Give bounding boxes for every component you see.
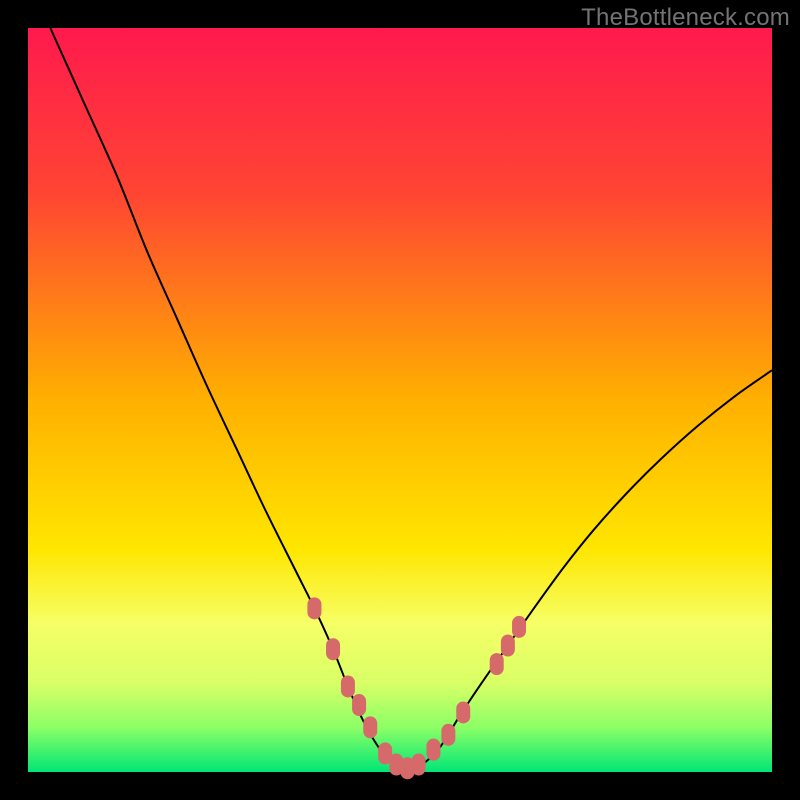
marker-point [352, 694, 366, 716]
marker-point [441, 724, 455, 746]
bottleneck-chart [0, 0, 800, 800]
marker-point [307, 597, 321, 619]
marker-point [363, 716, 377, 738]
marker-point [501, 635, 515, 657]
marker-point [412, 754, 426, 776]
marker-point [490, 653, 504, 675]
marker-point [326, 638, 340, 660]
marker-point [341, 675, 355, 697]
marker-point [512, 616, 526, 638]
marker-point [456, 701, 470, 723]
chart-frame: TheBottleneck.com [0, 0, 800, 800]
plot-background [28, 28, 772, 772]
watermark-text: TheBottleneck.com [581, 4, 790, 32]
marker-point [426, 739, 440, 761]
